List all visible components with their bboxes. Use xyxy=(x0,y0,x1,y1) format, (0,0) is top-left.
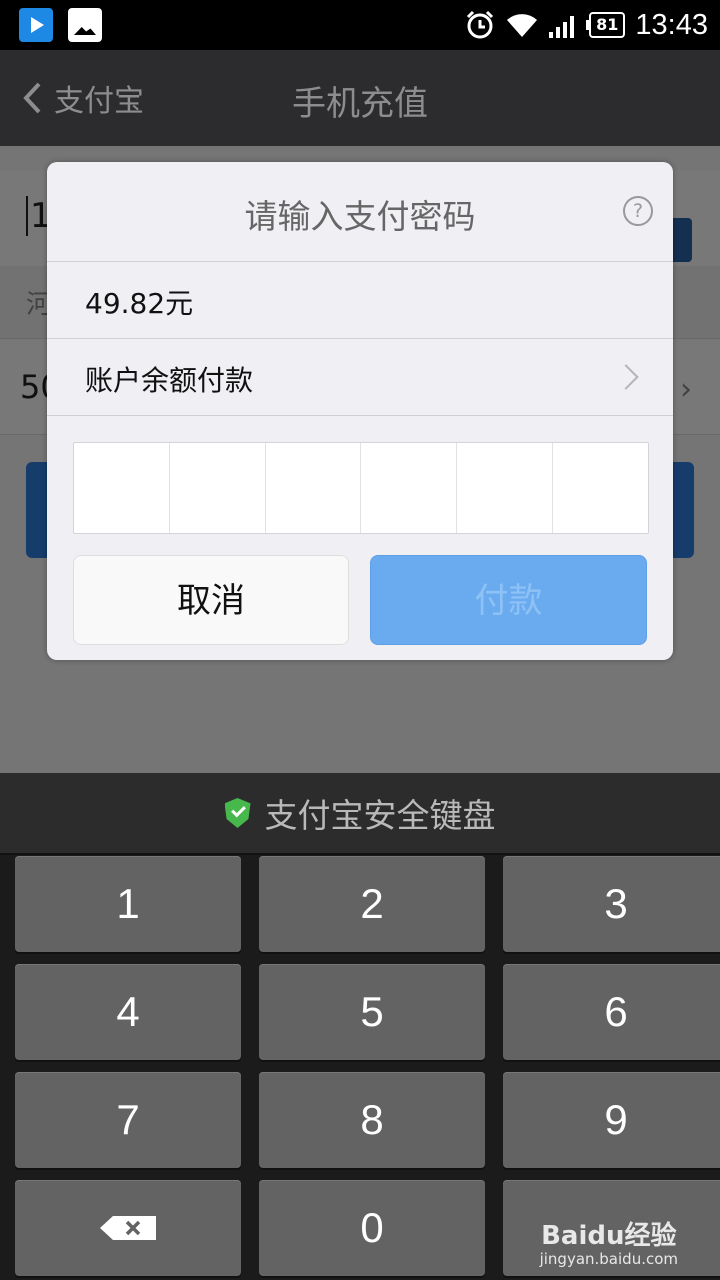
password-digit-cell[interactable] xyxy=(361,443,458,533)
key-6[interactable]: 6 xyxy=(503,964,720,1060)
payment-amount: 49.82元 xyxy=(85,287,194,320)
key-4[interactable]: 4 xyxy=(15,964,241,1060)
keyboard-title: 支付宝安全键盘 xyxy=(264,796,496,835)
key-9[interactable]: 9 xyxy=(503,1072,720,1168)
battery-indicator: 81 xyxy=(586,12,626,38)
watermark: Baidu经验 jingyan.baidu.com xyxy=(540,1215,678,1268)
clock: 13:43 xyxy=(635,8,708,41)
status-bar: 81 13:43 xyxy=(0,0,720,50)
pay-button[interactable]: 付款 xyxy=(370,555,647,645)
shield-icon xyxy=(224,798,251,828)
key-1[interactable]: 1 xyxy=(15,856,241,952)
keyboard-header: 支付宝安全键盘 xyxy=(0,773,720,855)
gallery-icon xyxy=(68,8,102,42)
navigation-bar: 支付宝 手机充值 xyxy=(0,50,720,146)
dialog-title: 请输入支付密码 xyxy=(244,197,476,236)
divider xyxy=(47,415,673,416)
help-icon[interactable]: ? xyxy=(623,196,653,226)
alarm-icon xyxy=(467,10,494,39)
cancel-button[interactable]: 取消 xyxy=(73,555,349,645)
password-input[interactable] xyxy=(73,442,649,534)
password-digit-cell[interactable] xyxy=(553,443,648,533)
key-0[interactable]: 0 xyxy=(259,1180,485,1276)
password-digit-cell[interactable] xyxy=(266,443,362,533)
wifi-icon xyxy=(507,14,538,37)
password-digit-cell[interactable] xyxy=(74,443,170,533)
payment-method[interactable]: 账户余额付款 xyxy=(85,359,253,399)
page-title: 手机充值 xyxy=(292,84,428,124)
divider xyxy=(47,261,673,262)
chevron-right-icon[interactable] xyxy=(613,364,639,390)
key-8[interactable]: 8 xyxy=(259,1072,485,1168)
key-2[interactable]: 2 xyxy=(259,856,485,952)
watermark-url: jingyan.baidu.com xyxy=(539,1250,678,1268)
backspace-icon xyxy=(100,1216,156,1240)
key-5[interactable]: 5 xyxy=(259,964,485,1060)
divider xyxy=(47,338,673,339)
watermark-brand: Baidu经验 xyxy=(541,1221,677,1251)
password-digit-cell[interactable] xyxy=(457,443,554,533)
delete-key[interactable] xyxy=(15,1180,241,1276)
key-7[interactable]: 7 xyxy=(15,1072,241,1168)
password-digit-cell[interactable] xyxy=(170,443,266,533)
payment-password-dialog: 请输入支付密码 ? 49.82元 账户余额付款 取消 付款 xyxy=(47,162,673,660)
video-player-icon xyxy=(19,8,53,42)
key-3[interactable]: 3 xyxy=(503,856,720,952)
signal-icon xyxy=(549,16,575,38)
